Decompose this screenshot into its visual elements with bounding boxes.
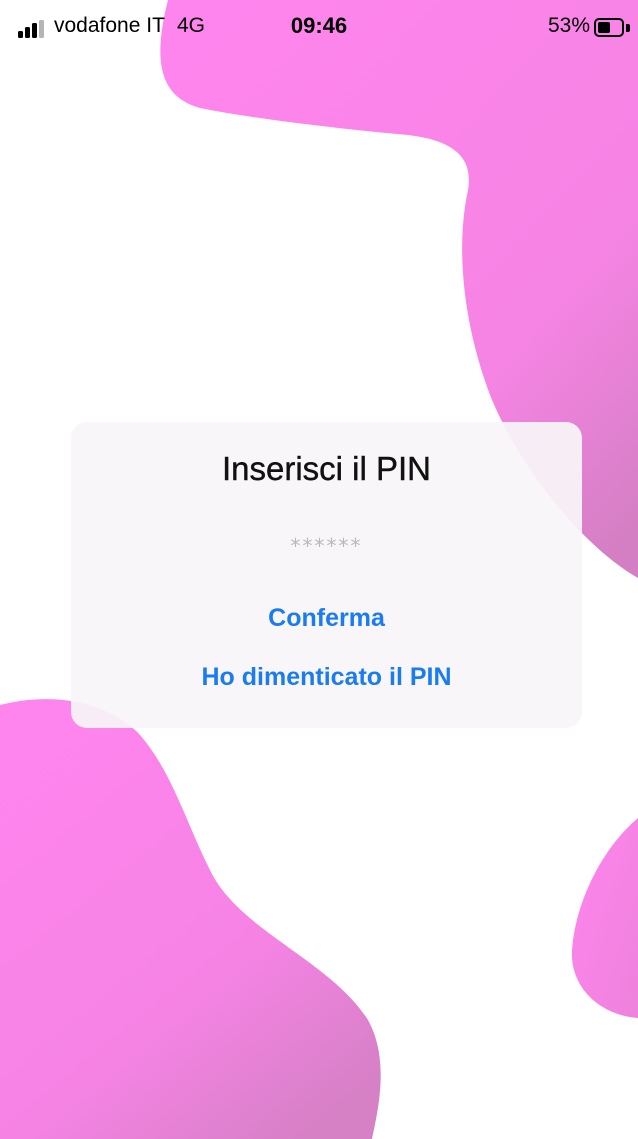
battery-percentage: 53% xyxy=(548,14,591,37)
confirm-button[interactable]: Conferma xyxy=(111,594,542,642)
status-time: 09:46 xyxy=(290,13,348,38)
pin-input[interactable] xyxy=(181,528,472,564)
pin-screen: vodafone IT 4G 09:46 53% Inserisci il PI… xyxy=(0,0,638,1139)
forgot-pin-button[interactable]: Ho dimenticato il PIN xyxy=(111,653,542,701)
battery-tip xyxy=(626,24,630,32)
dialog-title: Inserisci il PIN xyxy=(221,450,432,487)
status-bar: vodafone IT 4G 09:46 53% xyxy=(0,0,638,56)
right-edge-blob xyxy=(571,818,638,1018)
bottom-left-blob xyxy=(0,699,381,1139)
battery-fill xyxy=(598,22,610,33)
battery-icon xyxy=(594,18,624,37)
pin-dialog: Inserisci il PIN Conferma Ho dimenticato… xyxy=(71,422,582,728)
